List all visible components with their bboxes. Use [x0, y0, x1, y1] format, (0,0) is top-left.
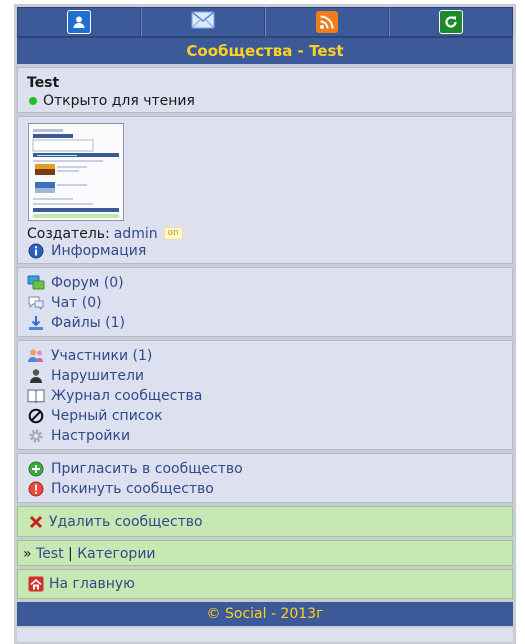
- members-link[interactable]: Участники (1): [51, 348, 152, 364]
- footer-below-strip: [17, 628, 513, 642]
- page-wrapper: Сообщества - Test Test Открыто для чтени…: [17, 7, 513, 642]
- membership-block: Пригласить в сообщество Покинуть сообщес…: [17, 453, 513, 503]
- chat-icon: [27, 294, 45, 312]
- creator-label: Создатель:: [27, 225, 110, 242]
- community-status: Открыто для чтения: [43, 93, 195, 109]
- chat-link[interactable]: Чат (0): [51, 295, 102, 311]
- blacklist-link[interactable]: Черный список: [51, 408, 163, 424]
- breadcrumb: » Test | Категории: [17, 540, 513, 566]
- settings-link[interactable]: Настройки: [51, 428, 130, 444]
- content-sections-block: Форум (0) Чат (0) Файлы (1): [17, 267, 513, 337]
- book-icon: [27, 387, 45, 405]
- add-icon: [27, 460, 45, 478]
- nav-refresh-button[interactable]: [389, 7, 513, 37]
- home-icon: [27, 575, 45, 593]
- mail-icon: [191, 10, 215, 34]
- nav-mail-button[interactable]: [141, 7, 265, 37]
- delete-icon: [27, 513, 45, 531]
- management-block: Участники (1) Нарушители Журнал сообщест…: [17, 340, 513, 450]
- delete-block: Удалить сообщество: [17, 506, 513, 537]
- page-title: Сообщества - Test: [17, 37, 513, 64]
- creator-link[interactable]: admin: [114, 226, 158, 242]
- forum-link[interactable]: Форум (0): [51, 275, 124, 291]
- community-header: Test Открыто для чтения: [17, 67, 513, 113]
- nav-rss-button[interactable]: [265, 7, 389, 37]
- community-info-block: Создатель: admin on Информация: [17, 116, 513, 264]
- online-badge: on: [163, 227, 183, 240]
- files-link[interactable]: Файлы (1): [51, 315, 125, 331]
- download-icon: [27, 314, 45, 332]
- leave-link[interactable]: Покинуть сообщество: [51, 481, 214, 497]
- user-icon: [67, 10, 91, 34]
- invite-link[interactable]: Пригласить в сообщество: [51, 461, 243, 477]
- warning-icon: [27, 480, 45, 498]
- violator-icon: [27, 367, 45, 385]
- breadcrumb-current[interactable]: Test: [36, 546, 64, 562]
- block-icon: [27, 407, 45, 425]
- home-link[interactable]: На главную: [49, 576, 135, 592]
- journal-link[interactable]: Журнал сообщества: [51, 388, 202, 404]
- breadcrumb-categories[interactable]: Категории: [77, 546, 155, 562]
- breadcrumb-prefix: »: [23, 546, 37, 562]
- community-thumbnail[interactable]: [28, 123, 124, 221]
- delete-link[interactable]: Удалить сообщество: [49, 514, 203, 530]
- top-nav: [17, 7, 513, 37]
- info-link[interactable]: Информация: [51, 243, 146, 259]
- refresh-icon: [439, 10, 463, 34]
- breadcrumb-separator: |: [63, 546, 78, 562]
- nav-profile-button[interactable]: [17, 7, 141, 37]
- violators-link[interactable]: Нарушители: [51, 368, 144, 384]
- members-icon: [27, 347, 45, 365]
- forum-icon: [27, 274, 45, 292]
- info-icon: [27, 242, 45, 260]
- footer: © Social - 2013г: [17, 602, 513, 626]
- community-name: Test: [27, 75, 60, 91]
- gear-icon: [27, 427, 45, 445]
- status-dot-icon: [29, 97, 37, 105]
- rss-icon: [316, 11, 338, 33]
- home-block: На главную: [17, 569, 513, 599]
